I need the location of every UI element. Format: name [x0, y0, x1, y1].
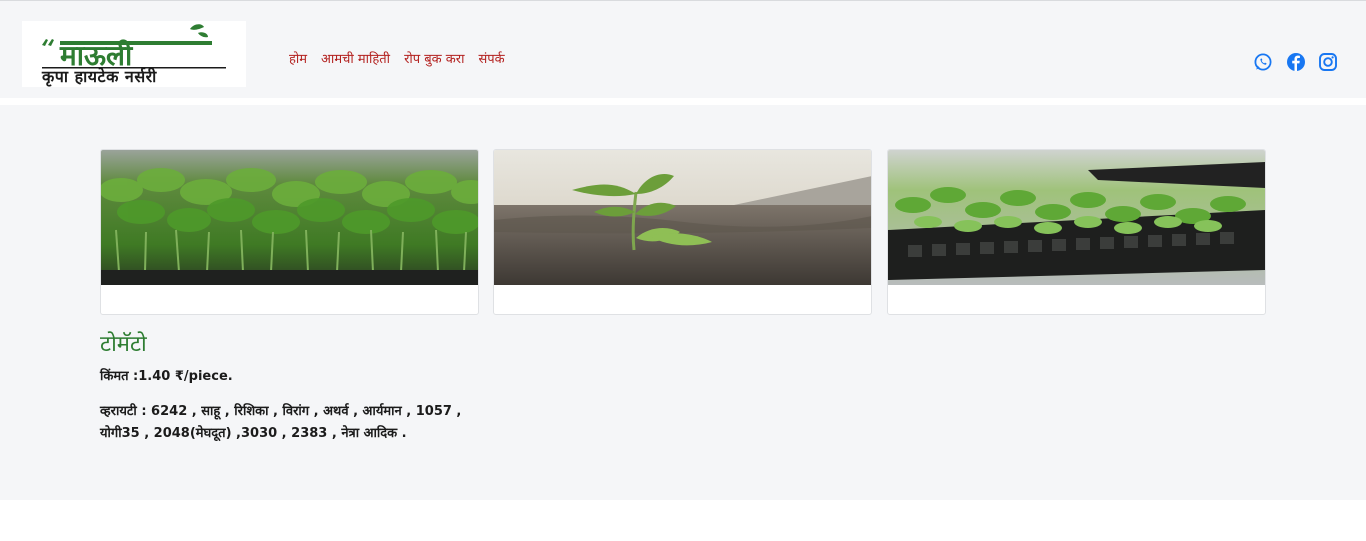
- facebook-icon[interactable]: [1286, 52, 1306, 72]
- product-varieties: व्हरायटी : 6242 , साहू , रिशिका , विरांग…: [100, 404, 462, 441]
- nav-link-home[interactable]: होम: [289, 49, 307, 67]
- seedling-pro-tray-image: [888, 150, 1265, 285]
- site-header: माऊली कृपा हायटेक नर्सरी होम आमची माहिती…: [0, 1, 1366, 98]
- product-price: किंमत :1.40 ₹/piece.: [100, 369, 233, 384]
- tomato-seedling-in-soil-image: [494, 150, 871, 285]
- nav-link-about[interactable]: आमची माहिती: [321, 49, 390, 67]
- product-title: टोमॅटो: [100, 332, 147, 357]
- product-section: टोमॅटो किंमत :1.40 ₹/piece. व्हरायटी : 6…: [0, 105, 1366, 500]
- instagram-icon[interactable]: [1318, 52, 1338, 72]
- tomato-seedlings-tray-image: [101, 150, 478, 285]
- gallery-card-3[interactable]: [887, 149, 1266, 315]
- gallery-card-2[interactable]: [493, 149, 872, 315]
- brand-tagline: कृपा हायटेक नर्सरी: [42, 67, 157, 86]
- header-divider: [0, 98, 1366, 105]
- gallery-card-1[interactable]: [100, 149, 479, 315]
- brand-logo[interactable]: माऊली कृपा हायटेक नर्सरी: [22, 21, 246, 87]
- whatsapp-icon[interactable]: [1253, 52, 1273, 72]
- nav-link-contact[interactable]: संपर्क: [478, 49, 504, 67]
- nav-link-book[interactable]: रोप बुक करा: [404, 49, 464, 67]
- main-nav: होम आमची माहिती रोप बुक करा संपर्क: [289, 49, 505, 67]
